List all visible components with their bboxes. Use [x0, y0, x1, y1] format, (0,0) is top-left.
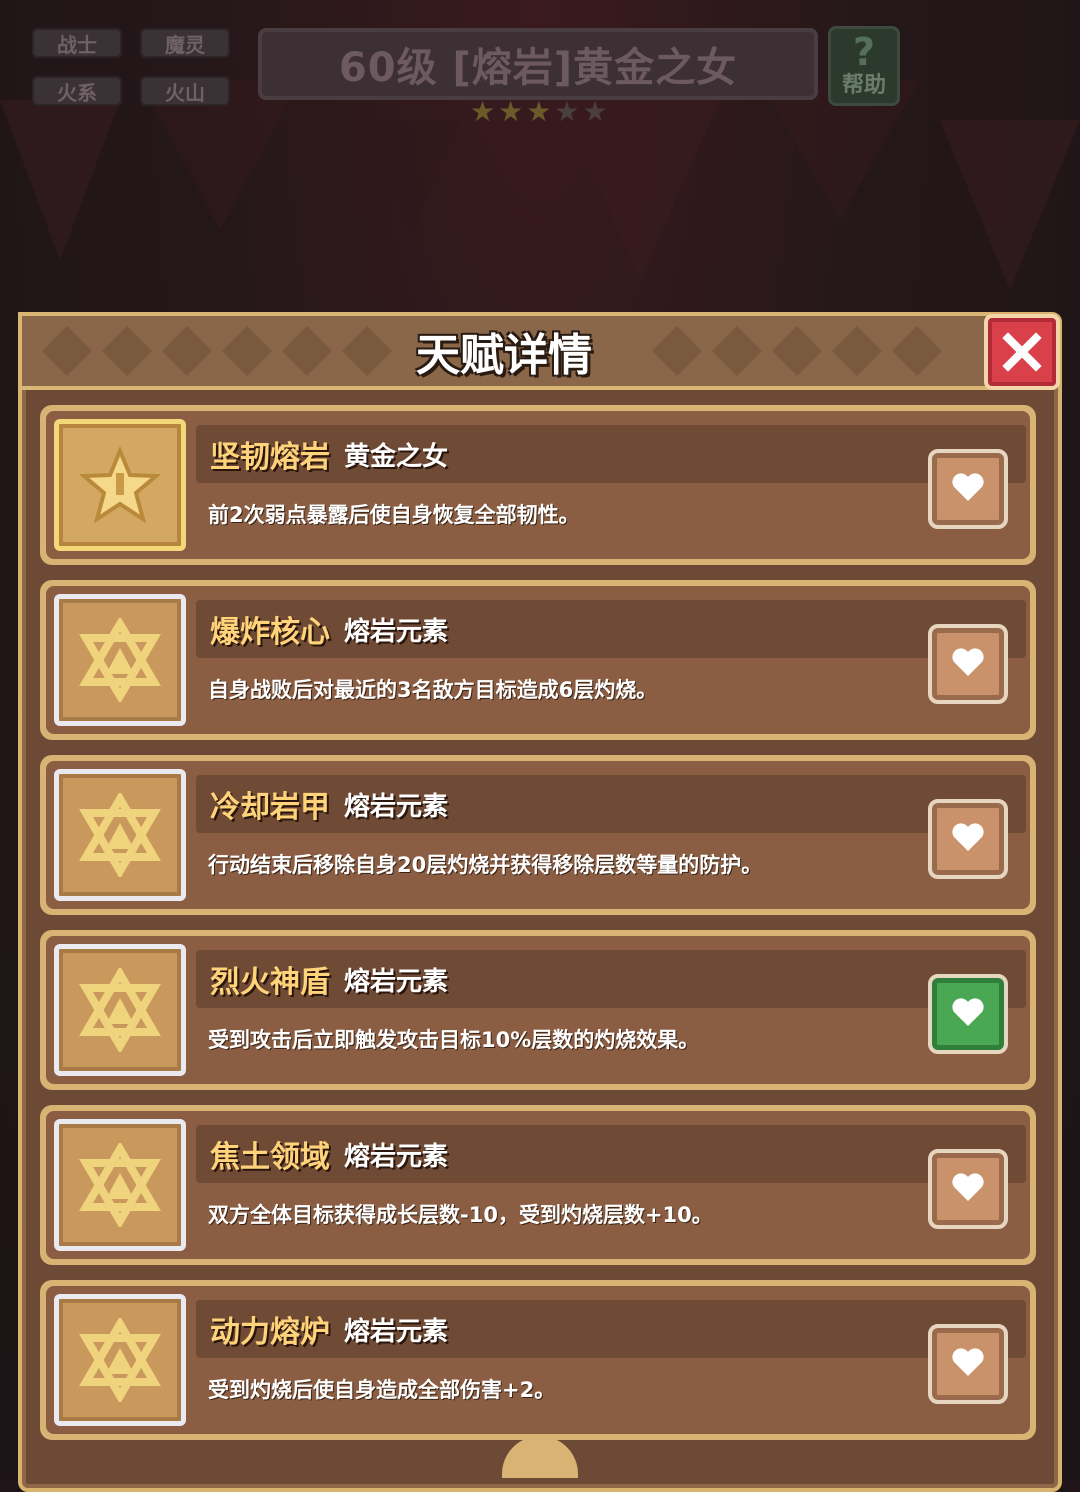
star-rating: ★ ★ ★ ★ ★: [470, 98, 608, 126]
talent-card-body: 冷却岩甲 熔岩元素行动结束后移除自身20层灼烧并获得移除层数等量的防护。: [46, 761, 1030, 909]
favorite-button[interactable]: [928, 974, 1008, 1054]
heart-icon: [951, 1346, 985, 1382]
talent-card[interactable]: 动力熔炉 熔岩元素受到灼烧后使自身造成全部伤害+2。: [40, 1280, 1036, 1440]
close-icon: [1002, 332, 1042, 372]
talent-description: 自身战败后对最近的3名敌方目标造成6层灼烧。: [208, 678, 658, 702]
star-icon: [54, 419, 186, 551]
talent-name: 爆炸核心: [210, 615, 330, 650]
hexagram-icon: [54, 1294, 186, 1426]
talent-source-tag: 熔岩元素: [344, 1141, 449, 1172]
talent-name: 冷却岩甲: [210, 790, 330, 825]
talent-name: 焦土领域: [210, 1140, 330, 1175]
talent-card-body: 坚韧熔岩 黄金之女前2次弱点暴露后使自身恢复全部韧性。: [46, 411, 1030, 559]
hexagram-icon: [54, 769, 186, 901]
hexagram-icon: [54, 944, 186, 1076]
hero-title: 60级 [熔岩]黄金之女: [258, 28, 818, 100]
tag-class: 战士: [32, 28, 122, 58]
favorite-button[interactable]: [928, 624, 1008, 704]
hexagram-icon: [54, 1119, 186, 1251]
close-button[interactable]: [984, 314, 1060, 390]
star-icon: ★: [498, 95, 524, 128]
talent-title-row: 爆炸核心 熔岩元素: [196, 600, 1026, 658]
talent-title-row: 动力熔炉 熔岩元素: [196, 1300, 1026, 1358]
talent-description: 前2次弱点暴露后使自身恢复全部韧性。: [208, 503, 580, 527]
talent-source-tag: 熔岩元素: [344, 966, 449, 997]
talent-card-body: 动力熔炉 熔岩元素受到灼烧后使自身造成全部伤害+2。: [46, 1286, 1030, 1434]
panel-title: 天赋详情: [416, 330, 592, 381]
help-button[interactable]: ? 帮助: [828, 26, 900, 106]
talent-title-row: 焦土领域 熔岩元素: [196, 1125, 1026, 1183]
panel-header: 天赋详情: [18, 312, 990, 390]
talent-source-tag: 黄金之女: [344, 441, 449, 472]
talent-description: 受到灼烧后使自身造成全部伤害+2。: [208, 1378, 556, 1402]
talent-description: 行动结束后移除自身20层灼烧并获得移除层数等量的防护。: [208, 853, 763, 877]
question-icon: ?: [852, 30, 876, 74]
talent-card[interactable]: 冷却岩甲 熔岩元素行动结束后移除自身20层灼烧并获得移除层数等量的防护。: [40, 755, 1036, 915]
talent-title-row: 坚韧熔岩 黄金之女: [196, 425, 1026, 483]
heart-icon: [951, 821, 985, 857]
talent-name: 坚韧熔岩: [210, 440, 330, 475]
heart-icon: [951, 1171, 985, 1207]
talent-source-tag: 熔岩元素: [344, 616, 449, 647]
talent-name: 烈火神盾: [210, 965, 330, 1000]
talent-card-body: 烈火神盾 熔岩元素受到攻击后立即触发攻击目标10%层数的灼烧效果。: [46, 936, 1030, 1084]
help-label: 帮助: [841, 73, 886, 98]
talent-card-body: 爆炸核心 熔岩元素自身战败后对最近的3名敌方目标造成6层灼烧。: [46, 586, 1030, 734]
favorite-button[interactable]: [928, 1324, 1008, 1404]
talent-card[interactable]: 焦土领域 熔岩元素双方全体目标获得成长层数-10，受到灼烧层数+10。: [40, 1105, 1036, 1265]
star-icon: ★: [554, 95, 580, 128]
talent-source-tag: 熔岩元素: [344, 791, 449, 822]
star-icon: ★: [582, 95, 608, 128]
talent-title-row: 冷却岩甲 熔岩元素: [196, 775, 1026, 833]
tag-race: 魔灵: [140, 28, 230, 58]
hexagram-icon: [54, 594, 186, 726]
favorite-button[interactable]: [928, 449, 1008, 529]
talent-source-tag: 熔岩元素: [344, 1316, 449, 1347]
talent-name: 动力熔炉: [210, 1315, 330, 1350]
favorite-button[interactable]: [928, 1149, 1008, 1229]
talent-card-body: 焦土领域 熔岩元素双方全体目标获得成长层数-10，受到灼烧层数+10。: [46, 1111, 1030, 1259]
talent-description: 受到攻击后立即触发攻击目标10%层数的灼烧效果。: [208, 1028, 700, 1052]
talent-card[interactable]: 爆炸核心 熔岩元素自身战败后对最近的3名敌方目标造成6层灼烧。: [40, 580, 1036, 740]
talent-description: 双方全体目标获得成长层数-10，受到灼烧层数+10。: [208, 1203, 713, 1227]
talent-card[interactable]: 烈火神盾 熔岩元素受到攻击后立即触发攻击目标10%层数的灼烧效果。: [40, 930, 1036, 1090]
heart-icon: [951, 471, 985, 507]
star-icon: ★: [526, 95, 552, 128]
tag-element: 火系: [32, 76, 122, 106]
favorite-button[interactable]: [928, 799, 1008, 879]
star-icon: ★: [470, 95, 496, 128]
tag-habitat: 火山: [140, 76, 230, 106]
heart-icon: [951, 996, 985, 1032]
heart-icon: [951, 646, 985, 682]
talent-card[interactable]: 坚韧熔岩 黄金之女前2次弱点暴露后使自身恢复全部韧性。: [40, 405, 1036, 565]
talent-title-row: 烈火神盾 熔岩元素: [196, 950, 1026, 1008]
